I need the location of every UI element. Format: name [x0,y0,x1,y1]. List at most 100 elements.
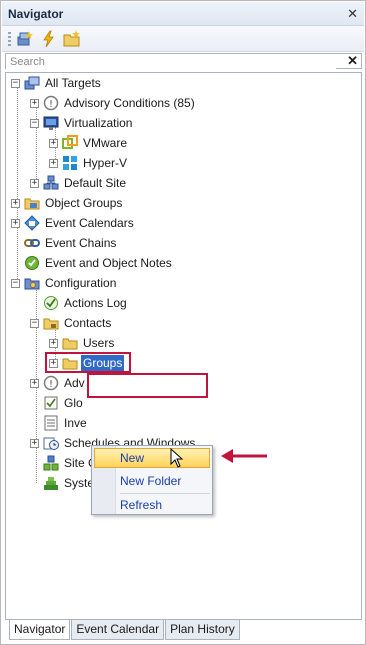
tree-node-label: Inve [64,416,87,430]
tree-node-label: VMware [83,136,128,150]
expand-icon[interactable]: + [30,98,39,108]
tree-node-contacts[interactable]: − Contacts [30,314,113,332]
tab-event-calendar[interactable]: Event Calendar [71,620,165,640]
expand-icon[interactable]: + [49,138,58,148]
tree-node-hyper-v[interactable]: + Hyper-V [49,154,129,172]
svg-text:!: ! [49,99,53,110]
tree-node-configuration[interactable]: − Configuration [11,274,118,292]
tree-node-label: Users [83,336,115,350]
tree-node-vmware[interactable]: + VMware [49,134,129,152]
callout-arrow-icon [221,449,267,463]
context-menu: New New Folder Refresh [91,445,213,515]
configuration-icon [24,278,40,290]
collapse-icon[interactable]: − [11,78,20,88]
menu-item-new-highlight[interactable] [94,448,210,468]
tree-node-label: Virtualization [64,116,133,130]
tree-node-label: Contacts [64,316,112,330]
expand-icon[interactable]: + [49,158,58,168]
mouse-cursor-icon [170,448,184,468]
navigator-panel: Navigator ✕ ✕ − All Targets + ! [0,0,366,645]
tree-node-actions-log[interactable]: Actions Log [30,294,129,312]
calendar-icon [24,215,40,231]
tree-node-advisory-conditions[interactable]: + ! Advisory Conditions (85) [30,94,197,112]
expand-icon[interactable]: + [30,378,39,388]
tree-node-label: Event and Object Notes [45,256,172,270]
toolbar [2,26,364,52]
tab-plan-history[interactable]: Plan History [165,620,240,640]
menu-item-new[interactable]: New [120,451,144,465]
close-icon[interactable]: ✕ [347,6,358,22]
tree-node-event-chains[interactable]: Event Chains [11,234,118,252]
expand-icon[interactable]: + [11,218,20,228]
chain-icon [24,239,40,247]
clear-search-icon[interactable]: ✕ [347,53,358,69]
tree-node-advisory-partial[interactable]: + ! Adv [30,374,87,392]
collapse-icon[interactable]: − [30,118,39,128]
inventory-icon [44,415,58,431]
menu-separator [120,493,210,494]
expand-icon[interactable]: + [49,338,58,348]
vmware-icon [62,135,78,149]
advisory-icon: ! [43,95,59,111]
navigator-tree: − All Targets + ! Advisory Conditions (8… [5,72,362,620]
tree-node-object-groups[interactable]: + Object Groups [11,194,124,212]
tree-node-default-site[interactable]: + Default Site [30,174,128,192]
site-icon [43,175,59,190]
tree-node-label: All Targets [45,76,101,90]
search-bar: ✕ [5,53,362,69]
object-groups-icon [24,198,40,210]
schedule-icon [43,437,59,450]
site-config-icon [43,455,59,471]
hyperv-icon [63,156,77,170]
checklist-icon [44,396,58,410]
system-status-icon [44,477,58,490]
search-input[interactable] [6,55,336,69]
tab-navigator[interactable]: Navigator [9,620,71,640]
new-highlight-box [87,373,208,398]
new-object-icon[interactable] [16,30,34,48]
tree-node-label: Glo [64,396,83,410]
tree-node-label: Default Site [64,176,127,190]
collapse-icon[interactable]: − [30,318,39,328]
menu-item-refresh[interactable]: Refresh [120,498,162,512]
tree-node-label: Hyper-V [83,156,128,170]
bottom-tabs: Navigator Event Calendar Plan History [9,620,241,640]
panel-title: Navigator [8,7,64,21]
lightning-icon[interactable] [40,30,58,48]
collapse-icon[interactable]: − [11,278,20,288]
tree-node-event-calendars[interactable]: + Event Calendars [11,214,136,232]
tree-node-all-targets[interactable]: − All Targets [11,74,103,92]
tree-node-inventory-partial[interactable]: Inve [30,414,89,432]
tree-node-label: Configuration [45,276,117,290]
tree-node-users[interactable]: + Users [49,334,116,352]
toolbar-grip[interactable] [8,32,11,46]
tree-node-event-object-notes[interactable]: Event and Object Notes [11,254,174,272]
expand-icon[interactable]: + [30,438,39,448]
groups-highlight-box [45,352,131,373]
tree-node-label: Advisory Conditions (85) [64,96,195,110]
menu-item-new-folder[interactable]: New Folder [120,474,181,488]
advisory-icon: ! [43,375,59,391]
panel-titlebar: Navigator ✕ [2,2,364,26]
monitor-icon [43,116,59,130]
tree-node-label: Object Groups [45,196,123,210]
log-icon [44,296,58,310]
expand-icon[interactable]: + [30,178,39,188]
new-folder-icon[interactable] [63,30,81,48]
svg-text:!: ! [49,379,53,390]
tree-node-virtualization[interactable]: − Virtualization [30,114,134,132]
tree-node-label: Adv [64,376,85,390]
tree-node-label: Event Calendars [45,216,134,230]
tree-node-global-partial[interactable]: Glo [30,394,85,412]
folder-icon [62,338,78,350]
expand-icon[interactable]: + [11,198,20,208]
targets-icon [24,76,40,90]
tree-node-label: Actions Log [64,296,127,310]
